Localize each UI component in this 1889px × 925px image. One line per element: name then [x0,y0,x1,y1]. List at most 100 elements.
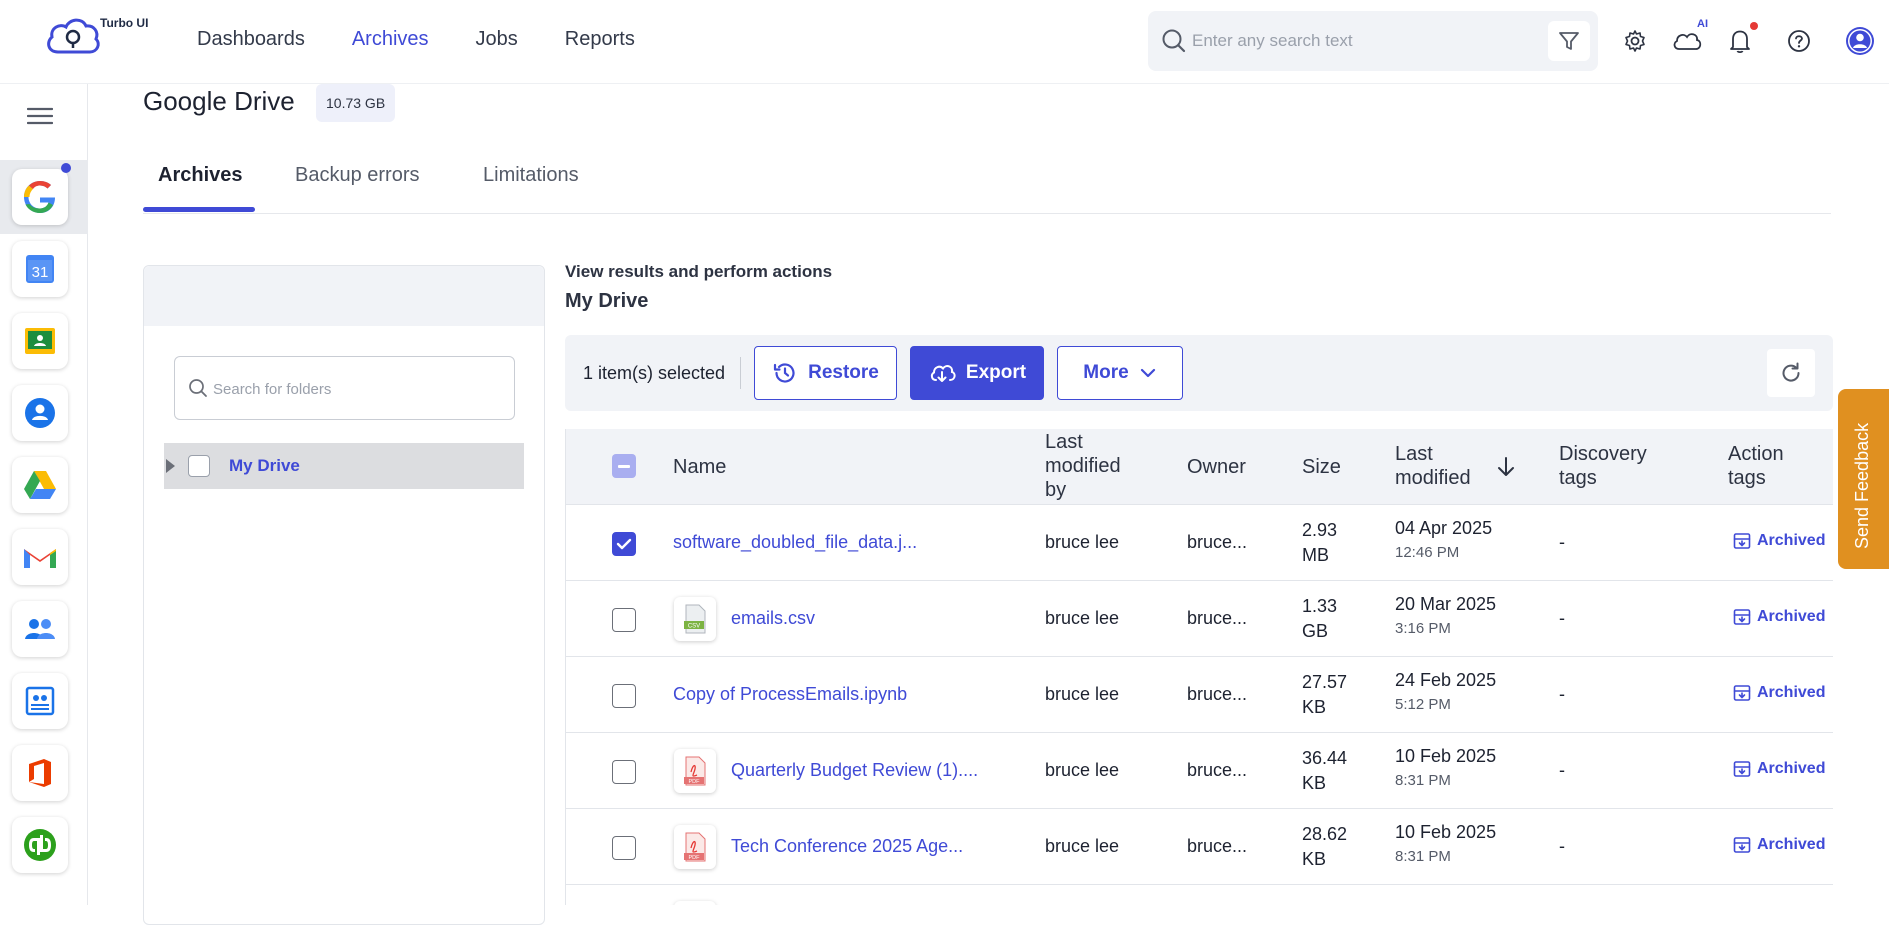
file-name-link[interactable]: software_doubled_file_data.j... [673,532,917,553]
table-row[interactable]: software_doubled_file_data.j... bruce le… [566,505,1833,581]
nav-reports[interactable]: Reports [565,28,635,51]
folder-item-my-drive[interactable]: My Drive [164,443,524,489]
file-name-link[interactable]: Copy of ProcessEmails.ipynb [673,684,907,705]
app-contacts[interactable] [12,385,68,441]
app-directory[interactable] [12,673,68,729]
app-office-365[interactable] [12,745,68,801]
refresh-button[interactable] [1767,349,1815,397]
filter-button[interactable] [1548,21,1590,61]
owner: bruce... [1187,684,1248,704]
send-feedback-label: Send Feedback [1852,422,1872,549]
checkmark-icon [616,538,632,550]
app-google-calendar[interactable]: 31 [12,241,68,297]
file-name-link[interactable]: Tech Conference 2025 Age... [731,836,963,857]
last-modified-date: 04 Apr 2025 [1395,518,1493,538]
google-icon [24,181,55,213]
archive-box-icon [1733,609,1751,625]
sort-arrow-down-icon[interactable] [1495,455,1517,479]
row-checkbox[interactable] [612,836,636,860]
brand-logo[interactable]: Turbo UI [44,14,164,64]
expand-caret-icon[interactable] [166,459,175,473]
tab-backup-errors[interactable]: Backup errors [295,164,420,187]
archive-box-icon [1733,533,1751,549]
svg-text:PDF: PDF [689,855,701,861]
pdf-file-icon: PDF [674,825,716,869]
table-row[interactable]: Copy of ProcessEmails.ipynb bruce lee br… [566,657,1833,733]
archived-tag: Archived [1733,684,1825,702]
last-modified: 24 Feb 2025 5:12 PM [1395,670,1496,713]
select-all-checkbox[interactable] [612,454,636,478]
row-checkbox[interactable] [612,608,636,632]
divider [740,357,741,389]
col-last-modified-line2: modified [1395,467,1471,489]
app-google-drive[interactable] [12,457,68,513]
col-last-modified-by[interactable]: Last modified by [1045,430,1121,502]
page-tabs: Archives Backup errors Limitations [143,160,1831,214]
app-google-classroom[interactable] [12,313,68,369]
contacts-icon [25,398,55,428]
last-modified-date: 24 Feb 2025 [1395,670,1497,690]
user-menu-button[interactable] [1843,24,1877,58]
file-name-link[interactable]: emails.csv [731,608,815,629]
row-checkbox[interactable] [612,532,636,556]
nav-jobs[interactable]: Jobs [476,28,518,51]
folder-label[interactable]: My Drive [229,456,300,476]
app-gmail[interactable] [12,529,68,585]
more-button[interactable]: More [1057,346,1183,400]
settings-button[interactable] [1618,24,1652,58]
row-checkbox[interactable] [612,684,636,708]
col-discovery-line2: tags [1559,467,1597,489]
table-row[interactable]: PDF Quarterly Budget Review (1).... bruc… [566,733,1833,809]
quickbooks-icon [24,829,56,861]
tab-limitations[interactable]: Limitations [483,164,579,187]
nav-dashboards[interactable]: Dashboards [197,28,305,51]
ai-badge: AI [1697,18,1708,30]
owner: bruce... [1187,760,1248,780]
file-size: 1.33 GB [1302,594,1337,644]
file-name-link[interactable]: Quarterly Budget Review (1).... [731,760,978,781]
col-name[interactable]: Name [673,455,726,479]
folder-checkbox[interactable] [188,455,210,477]
table-row[interactable]: CSV emails.csv bruce lee bruce... 1.33 G… [566,581,1833,657]
file-size-unit: GB [1302,621,1329,641]
restore-button[interactable]: Restore [754,346,897,400]
owner: bruce... [1187,836,1248,856]
tab-archives[interactable]: Archives [158,164,243,187]
folder-search-input[interactable] [213,375,503,403]
col-last-modified-by-line3: by [1045,479,1067,501]
file-size-value: 36.44 [1302,748,1348,768]
table-header: Name Last modified by Owner Size Last mo… [566,429,1833,505]
last-modified-time: 3:16 PM [1395,620,1451,637]
global-search-input[interactable] [1192,25,1532,57]
help-button[interactable] [1782,24,1816,58]
bell-icon [1730,30,1750,54]
col-action-tags[interactable]: Action tags [1728,442,1784,490]
restore-icon [774,363,795,383]
app-quickbooks[interactable] [12,817,68,873]
col-action-line2: tags [1728,467,1766,489]
groups-icon [25,619,55,639]
more-label: More [1083,362,1129,383]
app-groups[interactable] [12,601,68,657]
export-button[interactable]: Export [910,346,1044,400]
app-sidebar: 31 [0,84,88,905]
table-row-partial[interactable] [566,885,1833,905]
nav-archives[interactable]: Archives [352,28,429,51]
send-feedback-tab[interactable]: Send Feedback [1838,389,1889,569]
office-icon [29,759,51,787]
table-row[interactable]: PDF Tech Conference 2025 Age... bruce le… [566,809,1833,885]
chevron-down-icon [1140,368,1155,378]
menu-icon[interactable] [27,106,53,126]
filter-icon [1559,32,1579,50]
app-google-workspace[interactable] [12,169,68,225]
col-size[interactable]: Size [1302,455,1341,479]
archive-box-icon [1733,761,1751,777]
col-owner[interactable]: Owner [1187,455,1246,479]
last-modified-date: 20 Mar 2025 [1395,594,1497,614]
folder-panel-header [144,266,544,326]
col-discovery-tags[interactable]: Discovery tags [1559,442,1647,490]
col-last-modified[interactable]: Last modified [1395,442,1471,490]
row-checkbox[interactable] [612,760,636,784]
search-icon [189,379,207,397]
last-modified-time: 12:46 PM [1395,544,1460,561]
